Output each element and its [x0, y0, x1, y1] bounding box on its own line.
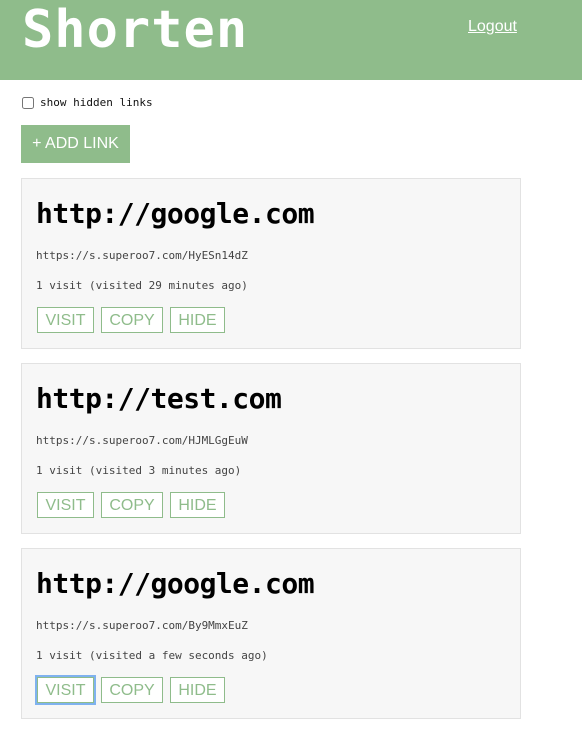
hide-button[interactable]: HIDE — [170, 307, 225, 333]
link-actions: VISIT COPY HIDE — [37, 307, 225, 333]
app-logo: Shorten — [22, 0, 249, 60]
link-actions: VISIT COPY HIDE — [35, 675, 225, 705]
link-card: http://google.com https://s.superoo7.com… — [21, 548, 521, 719]
copy-button[interactable]: COPY — [101, 307, 163, 333]
link-url: http://google.com — [36, 197, 315, 230]
hide-button[interactable]: HIDE — [170, 677, 225, 703]
logout-link[interactable]: Logout — [468, 18, 517, 36]
visit-button[interactable]: VISIT — [35, 675, 96, 705]
app-header: Shorten Logout — [0, 0, 582, 80]
link-card: http://google.com https://s.superoo7.com… — [21, 178, 521, 349]
link-url: http://test.com — [36, 382, 282, 415]
add-link-button[interactable]: + ADD LINK — [21, 125, 130, 163]
link-url: http://google.com — [36, 567, 315, 600]
copy-button[interactable]: COPY — [101, 677, 163, 703]
short-url: https://s.superoo7.com/HJMLGgEuW — [36, 434, 248, 447]
show-hidden-label: show hidden links — [40, 96, 153, 109]
visit-count: 1 visit (visited a few seconds ago) — [36, 649, 268, 662]
visit-button[interactable]: VISIT — [37, 307, 94, 333]
visit-button[interactable]: VISIT — [37, 492, 94, 518]
short-url: https://s.superoo7.com/HyESn14dZ — [36, 249, 248, 262]
copy-button[interactable]: COPY — [101, 492, 163, 518]
show-hidden-toggle[interactable]: show hidden links — [22, 96, 153, 109]
visit-count: 1 visit (visited 3 minutes ago) — [36, 464, 242, 477]
link-card: http://test.com https://s.superoo7.com/H… — [21, 363, 521, 534]
show-hidden-checkbox[interactable] — [22, 96, 34, 109]
short-url: https://s.superoo7.com/By9MmxEuZ — [36, 619, 248, 632]
visit-count: 1 visit (visited 29 minutes ago) — [36, 279, 248, 292]
link-actions: VISIT COPY HIDE — [37, 492, 225, 518]
hide-button[interactable]: HIDE — [170, 492, 225, 518]
